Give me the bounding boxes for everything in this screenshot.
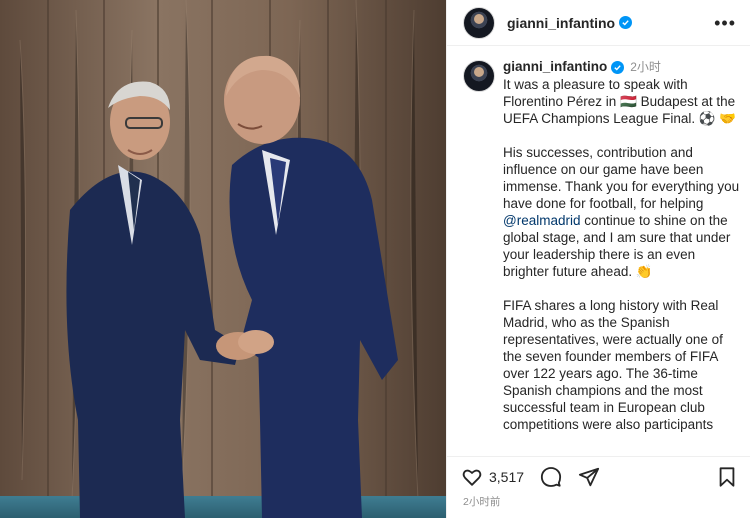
more-options-button[interactable]: •••	[714, 14, 736, 32]
caption-time: 2小时	[630, 60, 661, 74]
post-timestamp: 2小时前	[463, 496, 501, 508]
like-count[interactable]: 3,517	[489, 469, 524, 485]
caption-text-para2a: His successes, contribution and influenc…	[503, 145, 740, 211]
verified-badge-icon	[619, 16, 633, 29]
post-photo[interactable]	[0, 0, 446, 518]
save-button[interactable]	[716, 466, 738, 488]
comment-icon	[540, 467, 562, 487]
photo-two-men-handshake	[0, 0, 446, 518]
caption-username[interactable]: gianni_infantino	[503, 59, 607, 74]
instagram-post-view: gianni_infantino ••• gianni_infantino 2小时…	[0, 0, 750, 518]
share-button[interactable]	[578, 466, 600, 488]
comment-button[interactable]	[540, 466, 562, 488]
bookmark-icon	[719, 467, 735, 487]
post-sidebar: gianni_infantino ••• gianni_infantino 2小时…	[446, 0, 750, 518]
caption-text-para1: It was a pleasure to speak with Florenti…	[503, 77, 739, 126]
author-username[interactable]: gianni_infantino	[507, 15, 615, 31]
caption-third-paragraph: FIFA shares a long history with Real Mad…	[503, 298, 727, 432]
mention-link[interactable]: @realmadrid	[503, 213, 580, 228]
heart-icon	[462, 469, 482, 486]
share-icon	[578, 467, 600, 487]
action-bar: 3,517	[447, 456, 750, 497]
post-header: gianni_infantino •••	[447, 0, 750, 46]
caption-avatar[interactable]	[463, 60, 495, 92]
caption-first-paragraph: gianni_infantino 2小时 It was a pleasure to…	[503, 58, 742, 127]
author-avatar[interactable]	[463, 6, 495, 39]
caption-second-paragraph: His successes, contribution and influenc…	[503, 144, 742, 280]
like-button[interactable]: 3,517	[461, 466, 524, 488]
verified-badge-icon	[611, 61, 625, 74]
caption-comment: gianni_infantino 2小时 It was a pleasure to…	[463, 58, 742, 450]
